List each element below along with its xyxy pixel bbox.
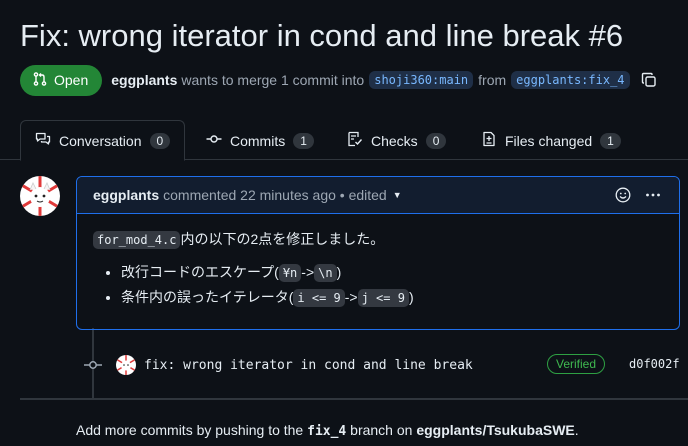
tab-checks[interactable]: Checks 0 — [347, 120, 447, 161]
comment-box: eggplants commented 22 minutes ago • edi… — [76, 176, 680, 330]
footer-text: branch on — [350, 422, 413, 438]
inline-code: \n — [314, 264, 337, 282]
tab-label: Checks — [371, 132, 418, 149]
intro-text: 内の以下の2点を修正しました。 — [180, 231, 385, 247]
footer-repo: eggplants/TsukubaSWE — [416, 422, 575, 438]
kebab-icon[interactable] — [645, 187, 661, 206]
pr-meta: Open eggplants wants to merge 1 commit i… — [20, 64, 657, 96]
footer-text: Add more commits by pushing to the — [76, 422, 304, 438]
footer-text: . — [574, 422, 579, 438]
tab-commits[interactable]: Commits 1 — [206, 120, 314, 161]
comment-author-link[interactable]: eggplants — [93, 187, 159, 203]
divider — [20, 398, 688, 400]
pr-title: Fix: wrong iterator in cond and line bre… — [20, 18, 624, 53]
pr-tabs: Conversation 0 Commits 1 Checks 0 Files … — [0, 120, 688, 161]
item-text: 条件内の誤ったイテレータ( — [121, 289, 294, 305]
verified-badge[interactable]: Verified — [547, 354, 606, 374]
tab-counter: 1 — [600, 132, 621, 149]
base-branch[interactable]: shoji360:main — [369, 71, 474, 89]
file-diff-icon — [481, 131, 497, 150]
tab-label: Files changed — [505, 132, 593, 149]
tab-label: Conversation — [59, 132, 142, 149]
commit-message-link[interactable]: fix: wrong iterator in cond and line bre… — [144, 358, 473, 373]
tab-counter: 0 — [149, 132, 171, 149]
comment-body: for_mod_4.c内の以下の2点を修正しました。 改行コードのエスケープ(¥… — [77, 214, 679, 327]
inline-code: for_mod_4.c — [93, 231, 181, 249]
comment-action: commented 22 minutes ago • edited — [163, 187, 387, 203]
head-branch[interactable]: eggplants:fix_4 — [511, 71, 630, 89]
checks-icon — [347, 131, 363, 150]
arrow-text: -> — [301, 264, 315, 280]
tab-counter: 1 — [293, 132, 314, 149]
pull-request-icon — [32, 71, 48, 90]
item-text: ) — [408, 289, 414, 305]
commit-icon — [84, 357, 102, 373]
pr-author-link[interactable]: eggplants — [111, 72, 177, 88]
conversation-icon — [35, 131, 51, 150]
pr-summary: wants to merge 1 commit into — [181, 72, 365, 88]
change-list: 改行コードのエスケープ(¥n->\n) 条件内の誤ったイテレータ(i <= 9-… — [93, 262, 663, 308]
comment-header: eggplants commented 22 minutes ago • edi… — [77, 177, 679, 214]
chevron-down-icon[interactable]: ▼ — [393, 190, 402, 200]
smiley-icon[interactable] — [615, 187, 631, 206]
inline-code: i <= 9 — [293, 289, 345, 307]
list-item: 条件内の誤ったイテレータ(i <= 9->j <= 9) — [121, 287, 663, 308]
list-item: 改行コードのエスケープ(¥n->\n) — [121, 262, 663, 283]
commit-sha-link[interactable]: d0f002f — [629, 357, 680, 371]
state-label: Open — [54, 72, 89, 88]
tab-files-changed[interactable]: Files changed 1 — [481, 120, 621, 161]
item-text: 改行コードのエスケープ( — [121, 264, 279, 280]
avatar[interactable] — [116, 355, 136, 375]
comment-intro: for_mod_4.c 内の以下の2点を修正しました。 — [93, 229, 663, 250]
tab-label: Commits — [230, 132, 286, 149]
from-text: from — [478, 72, 507, 88]
comment-actions — [615, 187, 661, 206]
inline-code: ¥n — [278, 264, 302, 282]
arrow-text: -> — [344, 289, 358, 305]
commit-icon — [206, 131, 222, 150]
footer-note: Add more commits by pushing to the fix_4… — [76, 422, 579, 439]
avatar[interactable] — [20, 176, 60, 216]
tab-conversation[interactable]: Conversation 0 — [20, 120, 186, 161]
copy-icon[interactable] — [641, 72, 657, 88]
item-text: ) — [336, 264, 342, 280]
tab-counter: 0 — [425, 132, 447, 149]
state-badge: Open — [20, 64, 103, 96]
inline-code: j <= 9 — [357, 289, 409, 307]
footer-branch: fix_4 — [307, 424, 347, 439]
commit-row: fix: wrong iterator in cond and line bre… — [84, 352, 684, 378]
